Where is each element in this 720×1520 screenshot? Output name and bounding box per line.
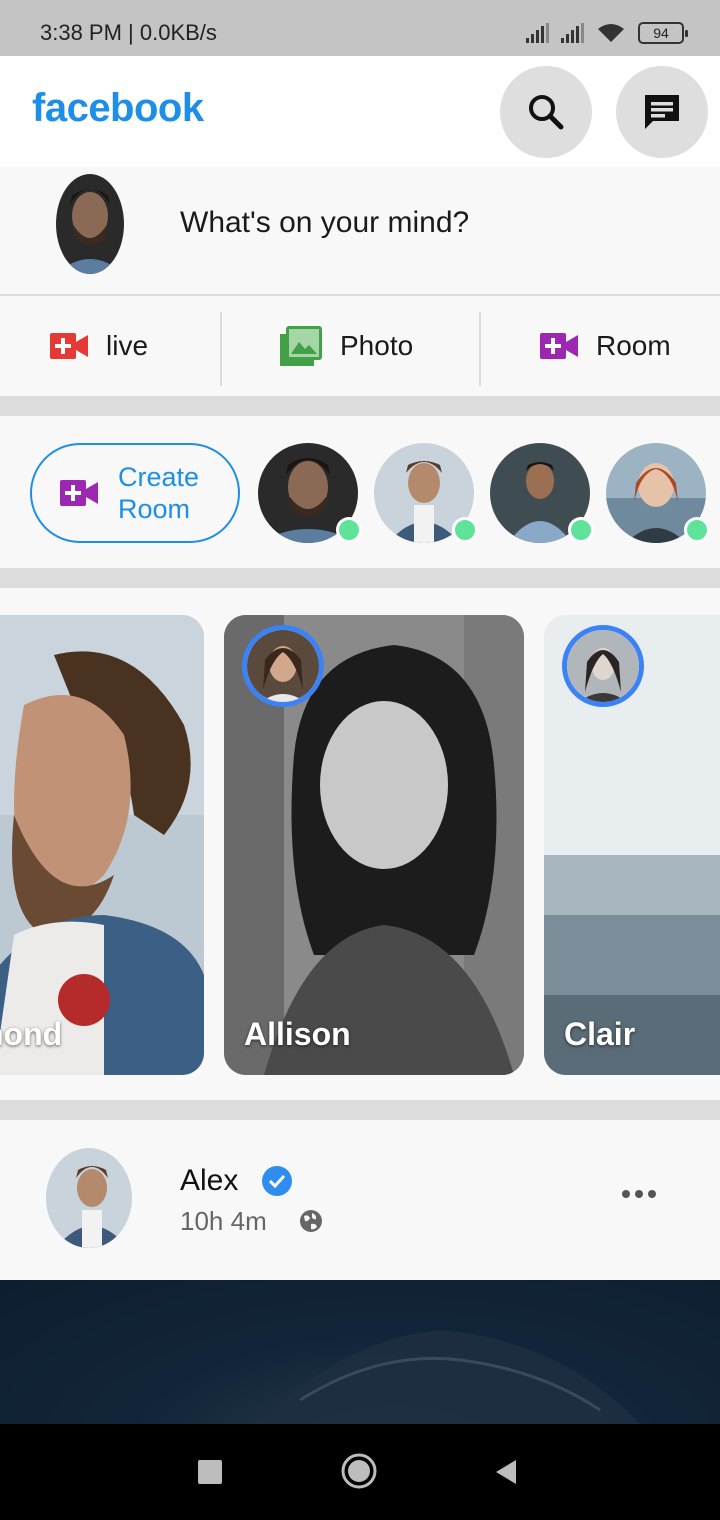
messenger-icon <box>645 95 679 129</box>
app-header: facebook <box>0 56 720 166</box>
online-indicator <box>684 517 710 543</box>
user-avatar[interactable] <box>56 174 124 274</box>
rooms-strip: Create Room <box>0 416 720 568</box>
room-participant-avatar[interactable] <box>606 443 710 543</box>
online-indicator <box>336 517 362 543</box>
post-timestamp: 10h 4m <box>180 1206 267 1236</box>
stories-strip: hond Allison Clair <box>0 588 720 1100</box>
section-separator <box>0 1100 720 1120</box>
recents-icon[interactable] <box>198 1460 222 1484</box>
battery-level: 94 <box>653 25 669 41</box>
home-icon[interactable] <box>340 1452 378 1490</box>
dot-icon <box>648 1190 656 1198</box>
composer-actions: live Photo Room <box>0 296 720 396</box>
post-author-avatar[interactable] <box>46 1148 132 1248</box>
online-indicator <box>452 517 478 543</box>
room-participant-avatar[interactable] <box>374 443 478 543</box>
live-label: live <box>106 330 149 361</box>
battery-icon: 94 <box>638 22 688 44</box>
wifi-icon <box>598 24 624 42</box>
section-separator <box>0 568 720 588</box>
story-avatar <box>562 625 644 707</box>
post-author-name[interactable]: Alex <box>180 1164 238 1198</box>
messenger-button[interactable] <box>616 66 708 158</box>
live-button[interactable]: live <box>50 296 148 396</box>
story-image <box>0 615 204 1075</box>
story-card[interactable]: Clair <box>544 615 720 1075</box>
divider <box>479 312 481 386</box>
search-icon <box>529 95 564 130</box>
video-plus-icon <box>540 333 578 359</box>
signal-icon <box>526 23 549 43</box>
story-name: Allison <box>244 1016 351 1052</box>
room-button[interactable]: Room <box>540 296 671 396</box>
more-options-button[interactable] <box>622 1190 656 1198</box>
video-plus-icon <box>60 480 98 506</box>
dot-icon <box>622 1190 630 1198</box>
globe-icon <box>300 1210 322 1232</box>
create-room-label-line2: Room <box>118 494 191 524</box>
create-room-label-line1: Create <box>118 462 200 492</box>
search-button[interactable] <box>500 66 592 158</box>
facebook-logo[interactable]: facebook <box>32 86 204 131</box>
room-label: Room <box>596 330 671 361</box>
story-avatar <box>242 625 324 707</box>
back-icon[interactable] <box>494 1458 518 1486</box>
status-icons: 94 <box>526 22 688 44</box>
post-header: Alex 10h 4m <box>0 1120 720 1280</box>
room-participant-avatar[interactable] <box>490 443 594 543</box>
online-indicator <box>568 517 594 543</box>
photo-label: Photo <box>340 330 414 361</box>
video-plus-icon <box>50 333 88 359</box>
create-room-label: Create Room <box>118 461 199 525</box>
status-time: 3:38 PM | 0.0KB/s <box>40 20 217 45</box>
status-bar: 3:38 PM | 0.0KB/s 94 <box>0 0 720 56</box>
post-composer[interactable]: What's on your mind? <box>0 166 720 294</box>
divider <box>220 312 222 386</box>
composer-prompt[interactable]: What's on your mind? <box>180 206 469 240</box>
post-image[interactable] <box>0 1280 720 1424</box>
story-name: Clair <box>564 1016 636 1052</box>
verified-icon <box>262 1166 292 1196</box>
story-name: hond <box>0 1016 63 1052</box>
photo-gallery-icon <box>280 326 322 366</box>
story-card[interactable]: Allison <box>224 615 524 1075</box>
photo-button[interactable]: Photo <box>280 296 413 396</box>
system-nav-bar <box>0 1424 720 1520</box>
section-separator <box>0 396 720 416</box>
story-card[interactable]: hond <box>0 615 204 1075</box>
create-room-button[interactable]: Create Room <box>30 443 240 543</box>
dot-icon <box>635 1190 643 1198</box>
signal-icon <box>561 23 584 43</box>
room-participant-avatar[interactable] <box>258 443 362 543</box>
